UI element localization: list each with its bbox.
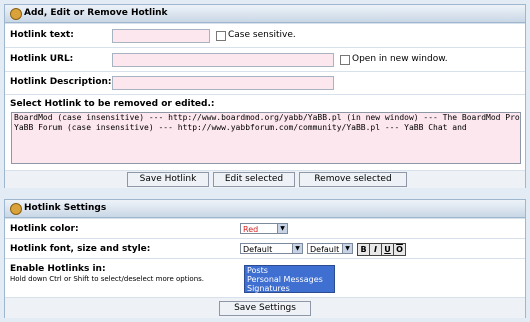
- enable-row: Enable Hotlinks in: Hold down Ctrl or Sh…: [5, 258, 525, 297]
- enable-label: Enable Hotlinks in:: [10, 264, 106, 274]
- new-window-checkbox[interactable]: [340, 55, 350, 65]
- enable-option[interactable]: Personal Messages: [247, 275, 334, 284]
- hotlink-text-input[interactable]: [112, 29, 210, 43]
- hotlink-url-label: Hotlink URL:: [10, 54, 74, 64]
- hotlink-desc-row: Hotlink Description:: [5, 71, 525, 94]
- color-label: Hotlink color:: [10, 224, 79, 234]
- enable-option[interactable]: Posts: [247, 266, 334, 275]
- enable-listbox[interactable]: Posts Personal Messages Signatures: [244, 265, 335, 293]
- hotlink-select-row: Select Hotlink to be removed or edited.:…: [5, 94, 525, 170]
- size-select[interactable]: Default ▼: [307, 243, 353, 254]
- settings-title: Hotlink Settings: [24, 203, 107, 213]
- chevron-down-icon: ▼: [342, 244, 352, 253]
- font-label: Hotlink font, size and style:: [10, 244, 151, 254]
- hotlink-panel: Add, Edit or Remove Hotlink Hotlink text…: [4, 4, 526, 188]
- font-select-value: Default: [243, 245, 273, 254]
- enable-help-text: Hold down Ctrl or Shift to select/desele…: [10, 275, 205, 283]
- hotlink-icon: [10, 8, 22, 20]
- overline-button[interactable]: O: [393, 243, 406, 256]
- size-select-value: Default: [310, 245, 340, 254]
- color-select[interactable]: Red ▼: [240, 223, 288, 234]
- hotlink-url-input[interactable]: [112, 53, 334, 67]
- enable-option[interactable]: Signatures: [247, 284, 334, 293]
- save-settings-button[interactable]: Save Settings: [219, 301, 311, 316]
- hotlink-text-label: Hotlink text:: [10, 30, 74, 40]
- hotlink-title: Add, Edit or Remove Hotlink: [24, 8, 168, 18]
- hotlink-select-label: Select Hotlink to be removed or edited.:: [10, 99, 215, 109]
- settings-icon: [10, 203, 22, 215]
- chevron-down-icon: ▼: [292, 244, 302, 253]
- case-sensitive-label: Case sensitive.: [228, 30, 296, 40]
- settings-header: Hotlink Settings: [5, 200, 525, 218]
- hotlink-text-row: Hotlink text: Case sensitive.: [5, 23, 525, 47]
- font-row: Hotlink font, size and style: Default ▼ …: [5, 238, 525, 258]
- case-sensitive-checkbox[interactable]: [216, 31, 226, 41]
- hotlink-list-item[interactable]: BoardMod (case insensitive) --- http://w…: [12, 113, 520, 123]
- hotlink-desc-label: Hotlink Description:: [10, 77, 112, 87]
- settings-actions: Save Settings: [5, 297, 525, 318]
- new-window-label: Open in new window.: [352, 54, 448, 64]
- hotlink-url-row: Hotlink URL: Open in new window.: [5, 47, 525, 71]
- font-select[interactable]: Default ▼: [240, 243, 303, 254]
- hotlink-desc-input[interactable]: [112, 76, 334, 90]
- settings-panel: Hotlink Settings Hotlink color: Red ▼ Ho…: [4, 199, 526, 318]
- hotlink-actions: Save Hotlink Edit selected Remove select…: [5, 170, 525, 188]
- hotlink-list[interactable]: BoardMod (case insensitive) --- http://w…: [11, 112, 521, 164]
- remove-selected-button[interactable]: Remove selected: [299, 172, 407, 187]
- edit-selected-button[interactable]: Edit selected: [213, 172, 295, 187]
- chevron-down-icon: ▼: [277, 224, 287, 233]
- color-row: Hotlink color: Red ▼: [5, 218, 525, 238]
- hotlink-header: Add, Edit or Remove Hotlink: [5, 5, 525, 23]
- color-select-value: Red: [243, 225, 259, 234]
- save-hotlink-button[interactable]: Save Hotlink: [127, 172, 209, 187]
- hotlink-list-item[interactable]: YaBB Forum (case insensitive) --- http:/…: [12, 123, 520, 133]
